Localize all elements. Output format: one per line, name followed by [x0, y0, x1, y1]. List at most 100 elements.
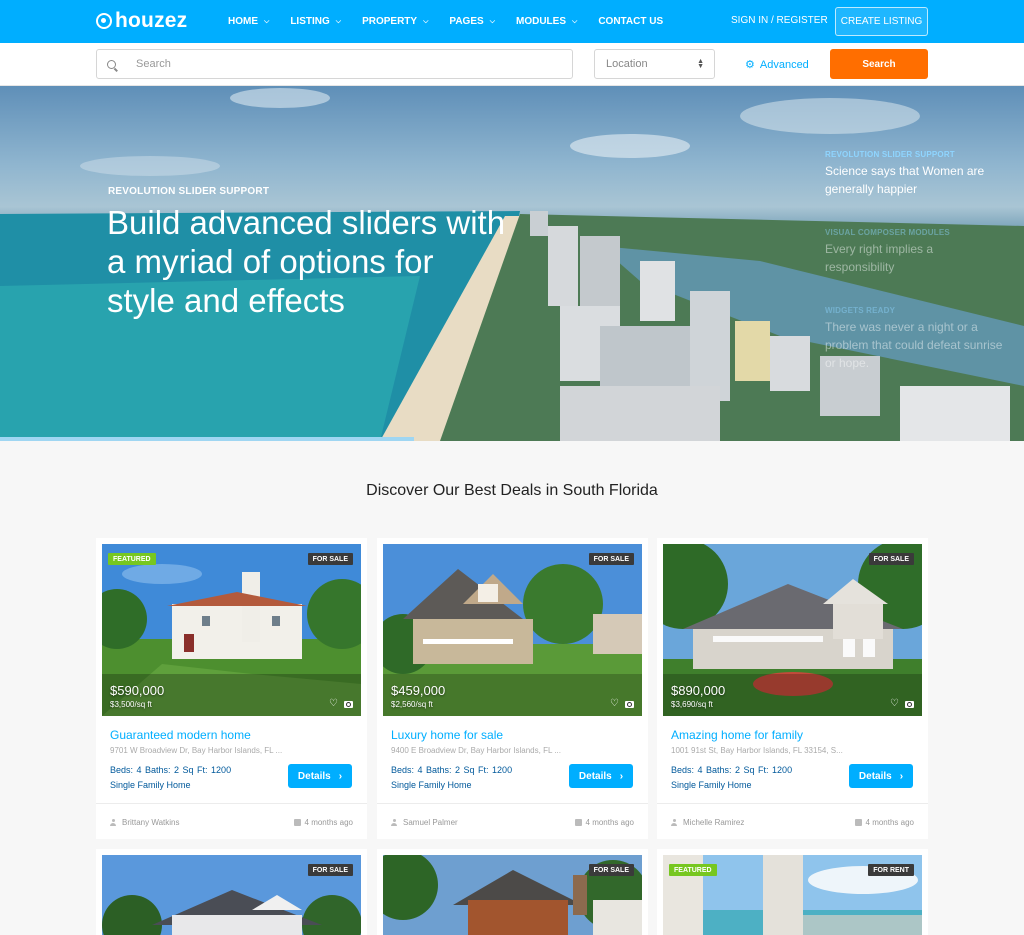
camera-icon[interactable] — [344, 701, 353, 708]
photo-actions: ♡ — [329, 699, 353, 709]
property-card[interactable]: FEATURED FOR SALE $590,000 $3,500/sq ft … — [96, 538, 367, 839]
agent-link[interactable]: Brittany Watkins — [110, 818, 180, 827]
card-divider — [657, 803, 928, 804]
nav-item-listing[interactable]: LISTING ⌵ — [290, 16, 341, 27]
property-photo[interactable]: FEATURED FOR SALE $590,000 $3,500/sq ft … — [102, 544, 361, 716]
agent-name: Samuel Palmer — [403, 818, 458, 827]
nav-label: MODULES — [516, 16, 566, 27]
property-photo[interactable]: FOR SALE — [102, 855, 361, 935]
chevron-right-icon: › — [338, 770, 343, 782]
nav-label: PAGES — [449, 16, 484, 27]
property-specs: Beds: 4 Baths: 2 Sq Ft: 1200 — [671, 765, 793, 775]
main-nav: HOME ⌵ LISTING ⌵ PROPERTY ⌵ PAGES ⌵ MODULES ⌵… — [228, 0, 684, 43]
card-divider — [96, 803, 367, 804]
property-photo[interactable]: FOR SALE $890,000 $3,690/sq ft ♡ — [663, 544, 922, 716]
property-card[interactable]: FOR SALE — [377, 849, 648, 935]
property-title[interactable]: Amazing home for family — [671, 728, 803, 742]
featured-badge: FEATURED — [108, 553, 156, 565]
status-badge: FOR SALE — [868, 553, 914, 565]
advanced-label: Advanced — [759, 58, 809, 71]
create-listing-button[interactable]: CREATE LISTING — [835, 7, 928, 36]
nav-label: HOME — [228, 16, 258, 27]
date-text: 4 months ago — [865, 818, 914, 827]
chevron-down-icon: ⌵ — [264, 17, 270, 25]
heart-icon[interactable]: ♡ — [610, 699, 619, 709]
slider-nav-item-2[interactable]: VISUAL COMPOSER MODULES Every right impl… — [825, 228, 1005, 276]
status-badge: FOR RENT — [868, 864, 914, 876]
featured-badge: FEATURED — [669, 864, 717, 876]
property-address: 1001 91st St, Bay Harbor Islands, FL 331… — [671, 746, 843, 755]
chevron-right-icon: › — [619, 770, 624, 782]
status-badge: FOR SALE — [307, 864, 353, 876]
location-select[interactable]: Location ▲ ▼ — [594, 49, 715, 79]
property-specs: Beds: 4 Baths: 2 Sq Ft: 1200 — [110, 765, 232, 775]
property-price: $890,000 — [671, 683, 726, 698]
property-title[interactable]: Luxury home for sale — [391, 728, 503, 742]
property-card[interactable]: FOR SALE $459,000 $2,560/sq ft ♡ Luxury … — [377, 538, 648, 839]
property-type: Single Family Home — [671, 780, 752, 790]
property-card[interactable]: FOR SALE — [96, 849, 367, 935]
nav-item-contact[interactable]: CONTACT US — [598, 16, 663, 27]
agent-link[interactable]: Michelle Ramirez — [671, 818, 744, 827]
property-type: Single Family Home — [391, 780, 472, 790]
camera-icon[interactable] — [905, 701, 914, 708]
advanced-search-link[interactable]: ⚙ Advanced — [745, 58, 809, 72]
property-photo[interactable]: FEATURED FOR RENT — [663, 855, 922, 935]
slider-nav-item-3[interactable]: WIDGETS READY There was never a night or… — [825, 306, 1005, 372]
search-button[interactable]: Search — [830, 49, 928, 79]
chevron-down-icon: ⌵ — [572, 17, 578, 25]
signin-register-link[interactable]: SIGN IN / REGISTER — [731, 15, 828, 26]
details-button[interactable]: Details › — [569, 764, 633, 788]
calendar-icon — [574, 819, 582, 826]
property-card[interactable]: FEATURED FOR RENT — [657, 849, 928, 935]
search-field[interactable] — [96, 49, 573, 79]
status-badge: FOR SALE — [588, 553, 634, 565]
nav-label: LISTING — [290, 16, 330, 27]
chevron-down-icon: ⌵ — [489, 17, 495, 25]
calendar-icon — [854, 819, 862, 826]
details-button[interactable]: Details › — [849, 764, 913, 788]
details-button[interactable]: Details › — [288, 764, 352, 788]
logo[interactable]: houzez — [96, 9, 187, 32]
nav-item-modules[interactable]: MODULES ⌵ — [516, 16, 577, 27]
search-input[interactable] — [136, 58, 536, 70]
listing-date: 4 months ago — [854, 818, 914, 827]
details-label: Details — [858, 770, 892, 782]
camera-icon[interactable] — [625, 701, 634, 708]
property-card[interactable]: FOR SALE $890,000 $3,690/sq ft ♡ Amazing… — [657, 538, 928, 839]
date-text: 4 months ago — [585, 818, 634, 827]
slide-text: Every right implies a responsibility — [825, 242, 934, 274]
nav-item-property[interactable]: PROPERTY ⌵ — [362, 16, 428, 27]
section-title: Discover Our Best Deals in South Florida — [366, 482, 658, 499]
nav-item-pages[interactable]: PAGES ⌵ — [449, 16, 495, 27]
nav-label: CONTACT US — [598, 16, 664, 27]
gear-icon: ⚙ — [745, 59, 755, 71]
user-icon — [391, 819, 397, 826]
calendar-icon — [293, 819, 301, 826]
chevron-down-icon: ⌵ — [423, 17, 429, 25]
slide-text: Science says that Women are generally ha… — [825, 164, 985, 196]
property-title[interactable]: Guaranteed modern home — [110, 728, 251, 742]
agent-name: Brittany Watkins — [122, 818, 180, 827]
agent-link[interactable]: Samuel Palmer — [391, 818, 458, 827]
hero-kicker: REVOLUTION SLIDER SUPPORT — [108, 186, 270, 197]
property-address: 9701 W Broadview Dr, Bay Harbor Islands,… — [110, 746, 283, 755]
property-price: $459,000 — [391, 683, 446, 698]
details-label: Details — [578, 770, 612, 782]
property-photo[interactable]: FOR SALE — [383, 855, 642, 935]
photo-actions: ♡ — [890, 699, 914, 709]
user-icon — [110, 819, 116, 826]
heart-icon[interactable]: ♡ — [890, 699, 899, 709]
location-select-value: Location — [606, 58, 648, 70]
search-bar: Location ▲▼ Search — [0, 43, 1024, 86]
nav-item-home[interactable]: HOME ⌵ — [228, 16, 269, 27]
property-price-per-sqft: $3,500/sq ft — [110, 700, 152, 709]
slider-nav-item-1[interactable]: REVOLUTION SLIDER SUPPORT Science says t… — [825, 150, 1005, 198]
date-text: 4 months ago — [304, 818, 353, 827]
heart-icon[interactable]: ♡ — [329, 699, 338, 709]
chevron-down-icon: ⌵ — [335, 17, 342, 25]
nav-label: PROPERTY — [362, 16, 418, 27]
property-price-per-sqft: $3,690/sq ft — [671, 700, 713, 709]
property-photo[interactable]: FOR SALE $459,000 $2,560/sq ft ♡ — [383, 544, 642, 716]
slide-kicker: WIDGETS READY — [825, 306, 896, 315]
